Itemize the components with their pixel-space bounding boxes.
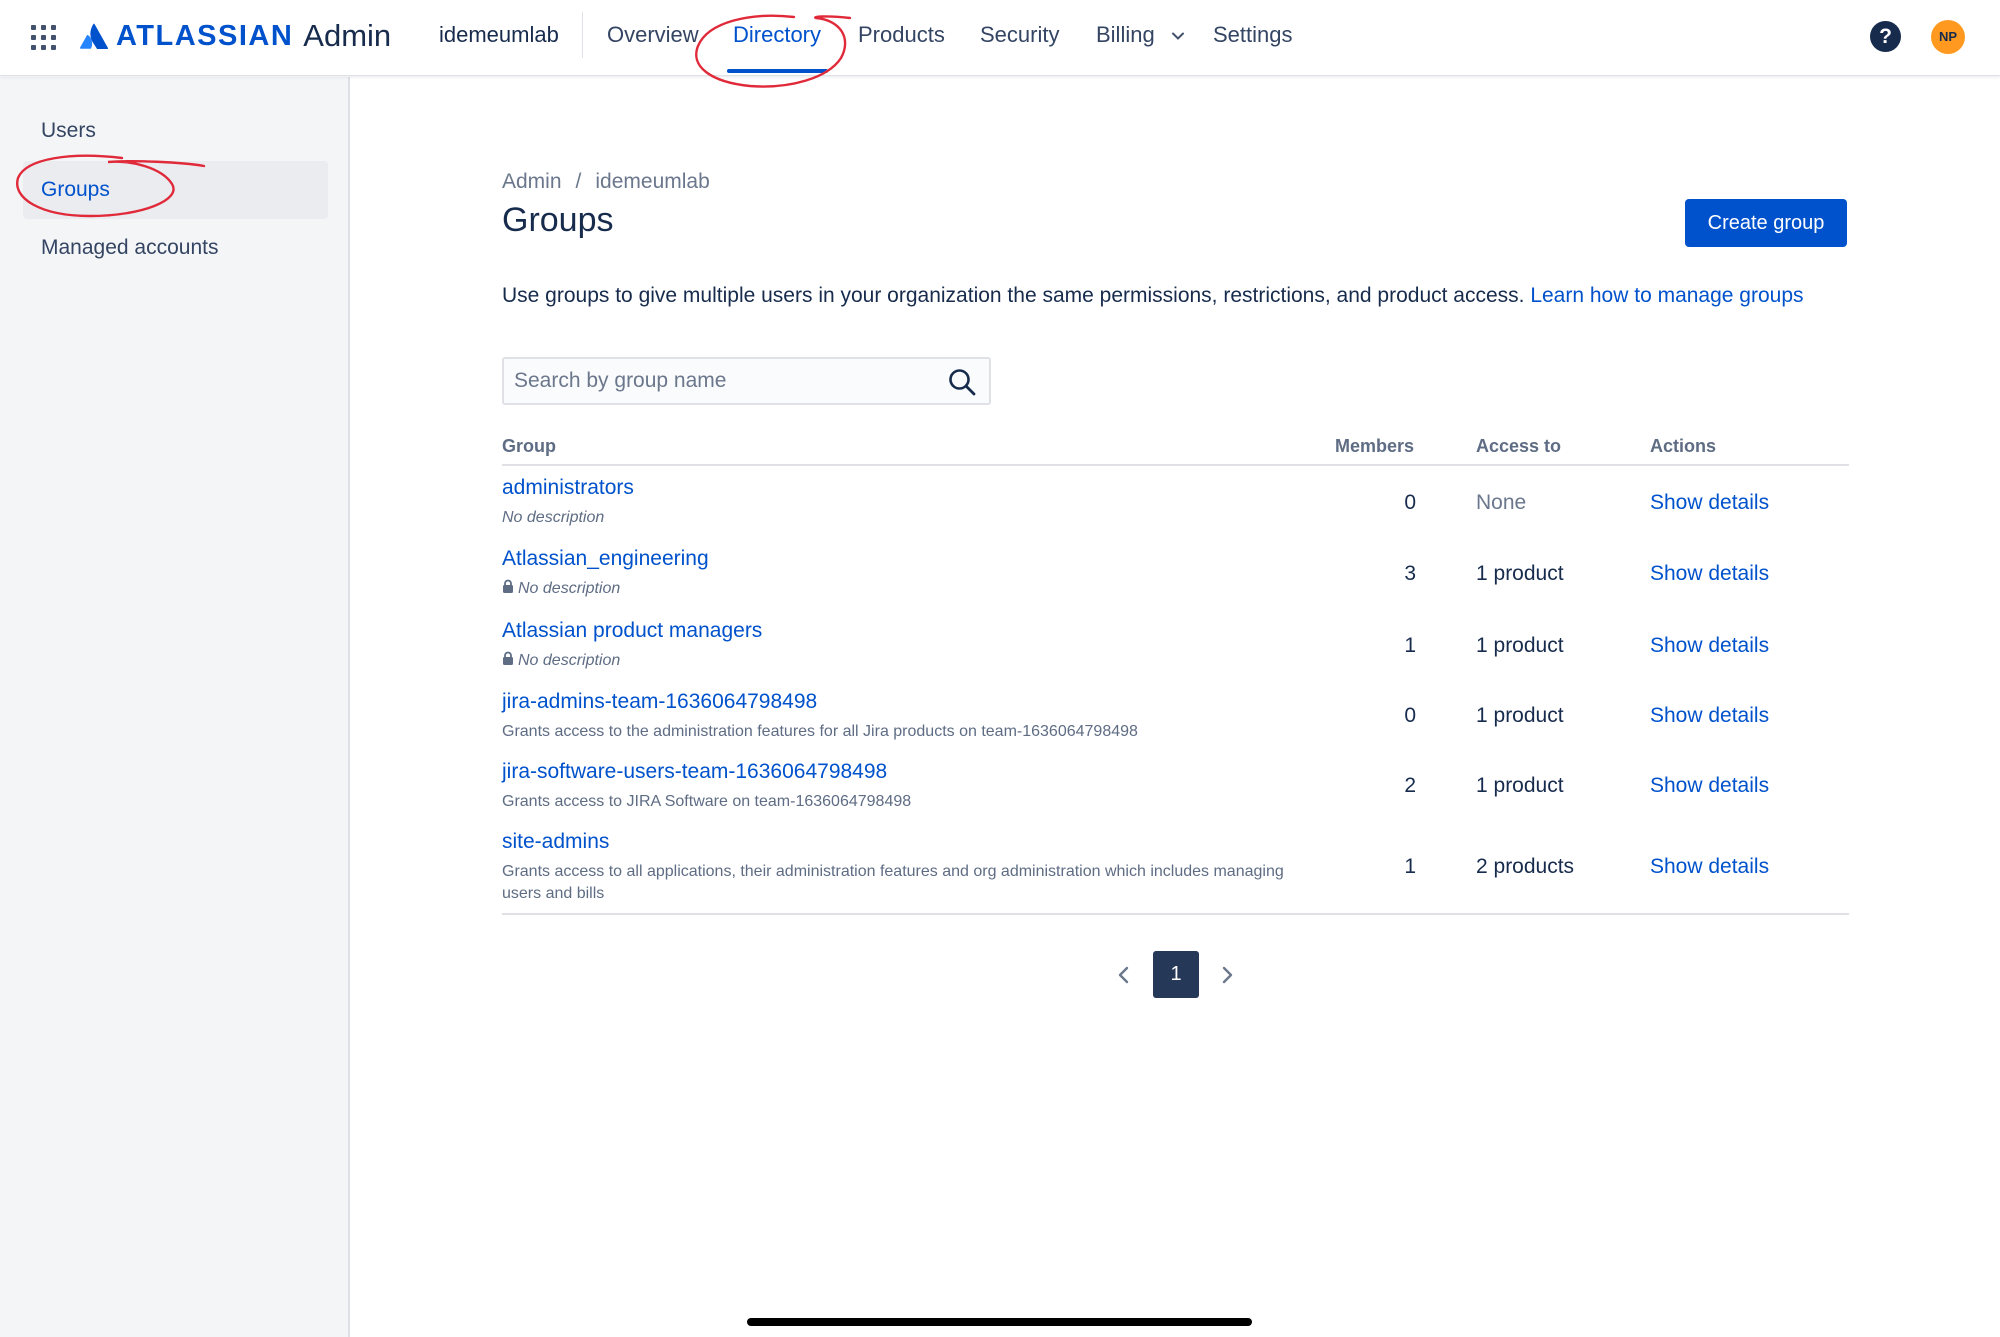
group-name-link[interactable]: jira-admins-team-1636064798498 <box>502 690 817 714</box>
show-details-link[interactable]: Show details <box>1650 634 1769 658</box>
learn-more-link[interactable]: Learn how to manage groups <box>1530 284 1803 307</box>
group-description: Grants access to the administration feat… <box>502 723 1138 740</box>
group-access: 1 product <box>1476 634 1564 657</box>
table-bottom-divider <box>502 913 1849 915</box>
sidebar-item-users[interactable]: Users <box>23 102 328 160</box>
nav-divider <box>582 12 583 58</box>
avatar[interactable]: NP <box>1931 20 1965 54</box>
brand-wordmark: ATLASSIAN <box>116 19 294 52</box>
nav-security[interactable]: Security <box>980 22 1059 48</box>
create-group-button[interactable]: Create group <box>1685 199 1847 247</box>
atlassian-logo-icon <box>80 23 108 49</box>
show-details-link[interactable]: Show details <box>1650 491 1769 515</box>
table-header-divider <box>502 464 1849 466</box>
nav-products[interactable]: Products <box>858 22 945 48</box>
group-description: No description <box>502 650 1322 672</box>
group-access: 1 product <box>1476 774 1564 797</box>
sidebar-item-managed-accounts[interactable]: Managed accounts <box>23 219 328 277</box>
group-access: None <box>1476 491 1527 514</box>
intro-text: Use groups to give multiple users in you… <box>502 284 1804 308</box>
lock-icon <box>503 651 513 665</box>
sidebar-item-groups[interactable]: Groups <box>23 161 328 219</box>
sidebar: Users Groups Managed accounts <box>0 77 350 1337</box>
group-access: 1 product <box>1476 704 1564 727</box>
nav-overview[interactable]: Overview <box>607 22 699 48</box>
group-members-count: 1 <box>1404 634 1416 657</box>
column-header-actions: Actions <box>1650 436 1717 456</box>
intro-description: Use groups to give multiple users in you… <box>502 284 1525 307</box>
column-header-members[interactable]: Members <box>1335 436 1414 457</box>
show-details-link[interactable]: Show details <box>1650 704 1769 728</box>
group-access: 2 products <box>1476 855 1575 878</box>
group-members-count: 3 <box>1404 562 1416 585</box>
column-header-group[interactable]: Group <box>502 436 556 457</box>
pagination-next-icon[interactable] <box>1214 962 1240 988</box>
breadcrumb-separator: / <box>575 170 582 193</box>
nav-directory[interactable]: Directory <box>733 22 821 48</box>
nav-billing[interactable]: Billing <box>1096 22 1185 48</box>
group-description: Grants access to all applications, their… <box>502 863 1284 902</box>
group-name-link[interactable]: jira-software-users-team-1636064798498 <box>502 760 887 784</box>
home-indicator <box>747 1318 1252 1326</box>
top-navigation: ATLASSIAN Admin idemeumlab Overview Dire… <box>0 0 2000 76</box>
pagination-page-current[interactable]: 1 <box>1153 951 1199 998</box>
help-icon[interactable]: ? <box>1870 21 1901 52</box>
breadcrumb-admin[interactable]: Admin <box>502 170 562 193</box>
group-members-count: 0 <box>1404 704 1416 727</box>
page-title: Groups <box>502 201 614 239</box>
breadcrumb-org[interactable]: idemeumlab <box>595 170 709 193</box>
group-access: 1 product <box>1476 562 1564 585</box>
column-header-access: Access to <box>1476 436 1562 456</box>
search-input[interactable] <box>514 359 934 403</box>
show-details-link[interactable]: Show details <box>1650 855 1769 879</box>
show-details-link[interactable]: Show details <box>1650 774 1769 798</box>
breadcrumb: Admin / idemeumlab <box>502 170 710 194</box>
lock-icon <box>503 579 513 593</box>
chevron-down-icon <box>1171 32 1184 41</box>
nav-settings[interactable]: Settings <box>1213 22 1293 48</box>
group-members-count: 1 <box>1404 855 1416 878</box>
group-description: Grants access to JIRA Software on team-1… <box>502 793 912 810</box>
nav-billing-label: Billing <box>1096 22 1155 47</box>
show-details-link[interactable]: Show details <box>1650 562 1769 586</box>
search-field <box>502 357 991 405</box>
group-description: No description <box>502 509 605 526</box>
group-name-link[interactable]: Atlassian product managers <box>502 619 762 643</box>
app-switcher-icon[interactable] <box>31 25 56 50</box>
group-members-count: 2 <box>1404 774 1416 797</box>
pagination-prev-icon[interactable] <box>1111 962 1137 988</box>
search-icon[interactable] <box>947 367 977 397</box>
group-description-text: No description <box>518 580 621 597</box>
active-nav-indicator <box>727 69 828 73</box>
org-name[interactable]: idemeumlab <box>439 22 559 48</box>
group-name-link[interactable]: administrators <box>502 476 634 500</box>
group-description: No description <box>502 578 1322 600</box>
group-members-count: 0 <box>1404 491 1416 514</box>
product-name: Admin <box>303 18 392 53</box>
atlassian-admin-logo[interactable]: ATLASSIAN Admin <box>80 18 391 54</box>
group-name-link[interactable]: Atlassian_engineering <box>502 547 709 571</box>
group-name-link[interactable]: site-admins <box>502 830 609 854</box>
group-description-text: No description <box>518 652 621 669</box>
